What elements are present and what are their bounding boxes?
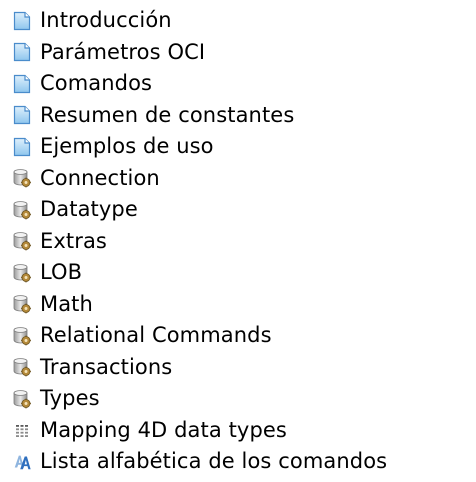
tree-item-label: Resumen de constantes bbox=[40, 102, 295, 127]
tree-item-resumen-de-constantes[interactable]: Resumen de constantes bbox=[12, 100, 476, 132]
tree-item-datatype[interactable]: Datatype bbox=[12, 194, 476, 226]
tree-item-label: Types bbox=[40, 386, 100, 411]
tree-item-label: Parámetros OCI bbox=[40, 39, 206, 64]
tree-item-label: Lista alfabética de los comandos bbox=[40, 449, 388, 474]
tree-item-introduccion[interactable]: Introducción bbox=[12, 5, 476, 37]
database-gear-icon bbox=[12, 326, 32, 346]
document-icon bbox=[12, 137, 32, 157]
tree-item-parametros-oci[interactable]: Parámetros OCI bbox=[12, 37, 476, 69]
database-gear-icon bbox=[12, 200, 32, 220]
tree-item-mapping-4d-data-types[interactable]: Mapping 4D data types bbox=[12, 415, 476, 447]
tree-item-label: LOB bbox=[40, 260, 83, 285]
tree-item-transactions[interactable]: Transactions bbox=[12, 352, 476, 384]
tree-item-types[interactable]: Types bbox=[12, 383, 476, 415]
tree-item-comandos[interactable]: Comandos bbox=[12, 68, 476, 100]
tree-item-relational-commands[interactable]: Relational Commands bbox=[12, 320, 476, 352]
tree-item-label: Ejemplos de uso bbox=[40, 134, 214, 159]
database-gear-icon bbox=[12, 168, 32, 188]
tree-item-label: Relational Commands bbox=[40, 323, 272, 348]
tree-item-label: Datatype bbox=[40, 197, 138, 222]
database-gear-icon bbox=[12, 231, 32, 251]
database-gear-icon bbox=[12, 357, 32, 377]
table-list-icon bbox=[12, 420, 32, 440]
tree-item-lista-alfabetica[interactable]: Lista alfabética de los comandos bbox=[12, 446, 476, 478]
tree-item-lob[interactable]: LOB bbox=[12, 257, 476, 289]
tree-item-connection[interactable]: Connection bbox=[12, 163, 476, 195]
tree-item-label: Math bbox=[40, 291, 93, 316]
document-icon bbox=[12, 42, 32, 62]
tree-item-extras[interactable]: Extras bbox=[12, 226, 476, 258]
tree-item-label: Connection bbox=[40, 165, 160, 190]
help-topics-tree: Introducción Parámetros OCI Comandos Res… bbox=[0, 0, 476, 478]
document-icon bbox=[12, 11, 32, 31]
tree-item-label: Transactions bbox=[40, 354, 173, 379]
document-icon bbox=[12, 74, 32, 94]
tree-item-label: Introducción bbox=[40, 8, 172, 33]
tree-item-label: Mapping 4D data types bbox=[40, 417, 287, 442]
tree-item-math[interactable]: Math bbox=[12, 289, 476, 321]
database-gear-icon bbox=[12, 263, 32, 283]
document-icon bbox=[12, 105, 32, 125]
tree-item-label: Comandos bbox=[40, 71, 153, 96]
tree-item-label: Extras bbox=[40, 228, 107, 253]
tree-item-ejemplos-de-uso[interactable]: Ejemplos de uso bbox=[12, 131, 476, 163]
database-gear-icon bbox=[12, 389, 32, 409]
alphabetical-index-icon bbox=[12, 452, 32, 472]
database-gear-icon bbox=[12, 294, 32, 314]
